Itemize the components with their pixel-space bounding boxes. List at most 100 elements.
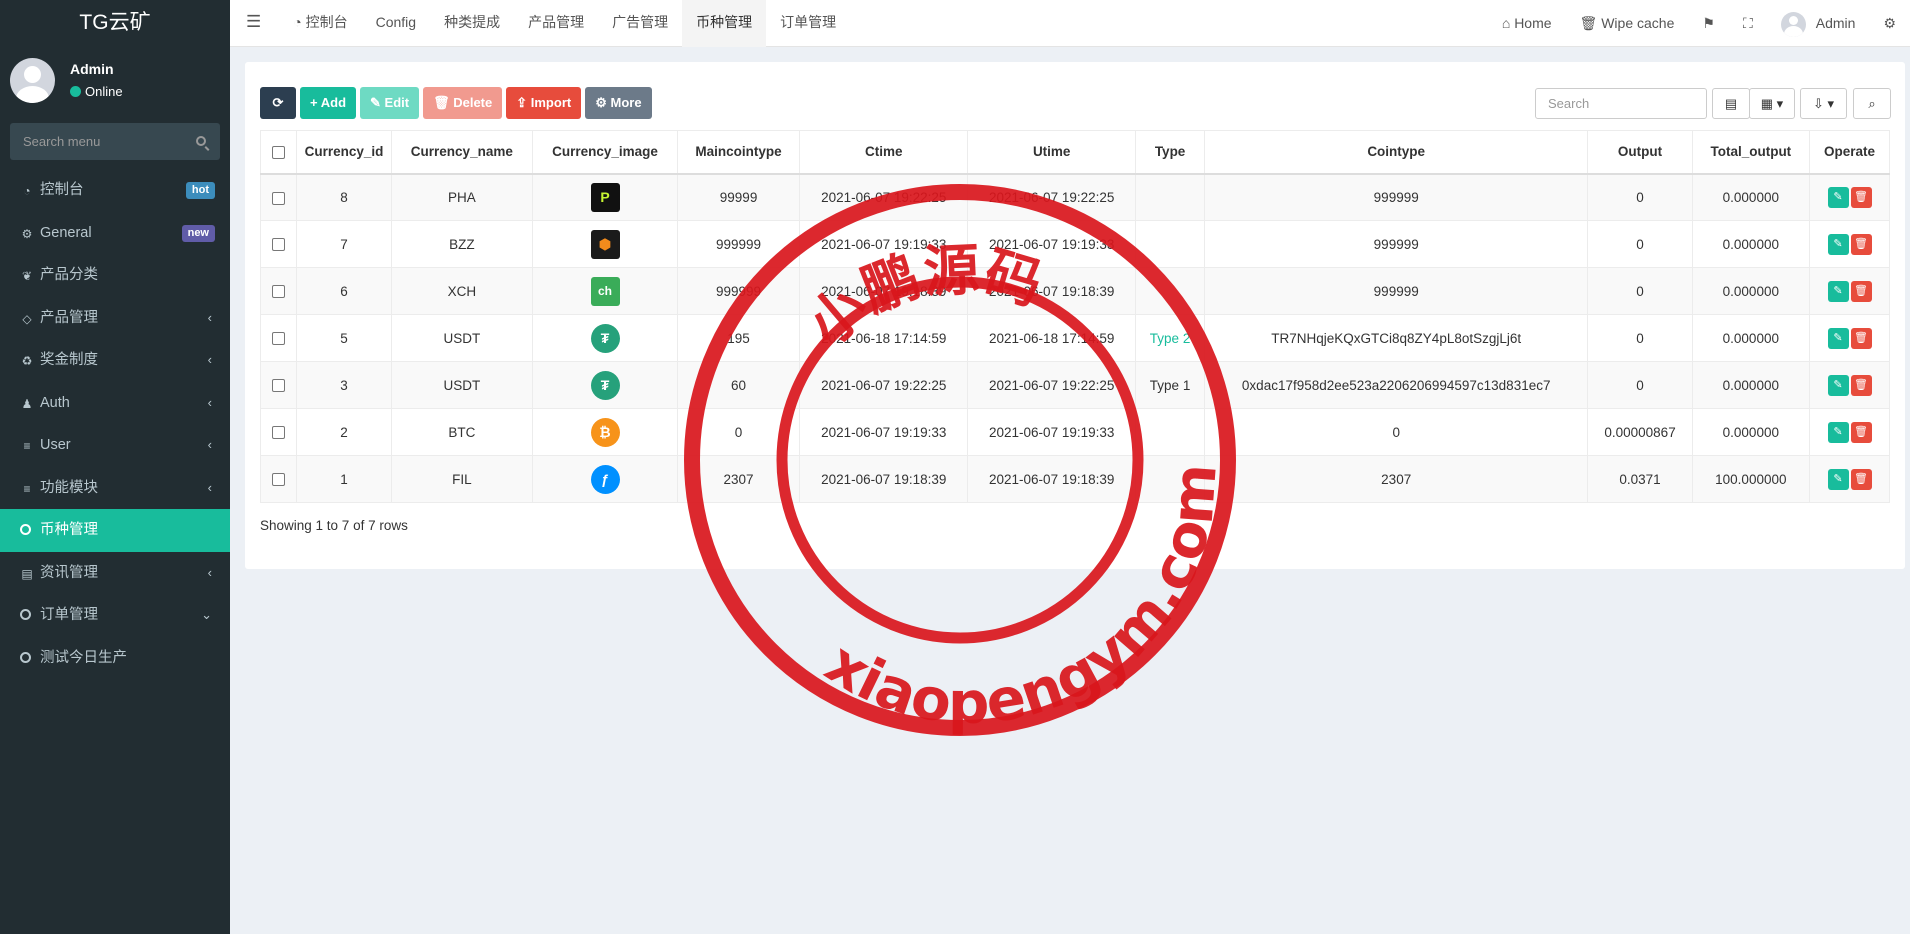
app-logo[interactable]: TG云矿 bbox=[0, 0, 230, 46]
row-edit-icon[interactable]: ✎ bbox=[1827, 374, 1849, 396]
table-row[interactable]: 8 PHA P 99999 2021-06-07 19:22:25 2021-06-07 … bbox=[259, 173, 1890, 221]
usdt-coin-icon: ₮ bbox=[590, 370, 620, 400]
row-checkbox[interactable] bbox=[272, 191, 286, 205]
column-header[interactable]: Ctime bbox=[799, 130, 969, 175]
cell-cointype: 0 bbox=[1203, 408, 1589, 456]
row-select-cell[interactable] bbox=[259, 314, 298, 362]
row-select-cell[interactable] bbox=[259, 408, 298, 456]
language-icon[interactable]: ⚑ bbox=[1688, 0, 1729, 47]
sidebar-item-label: Auth bbox=[40, 394, 70, 411]
more-button[interactable]: ⚙ More bbox=[585, 87, 652, 119]
add-button[interactable]: + Add bbox=[300, 87, 357, 119]
column-header[interactable]: Maincointype bbox=[676, 130, 801, 175]
row-edit-icon[interactable]: ✎ bbox=[1827, 280, 1849, 302]
row-delete-icon[interactable]: 🗑 bbox=[1850, 374, 1872, 396]
cell-utime: 2021-06-07 19:19:33 bbox=[967, 408, 1137, 456]
row-edit-icon[interactable]: ✎ bbox=[1827, 468, 1849, 490]
column-header[interactable]: Currency_name bbox=[390, 130, 534, 175]
table-row[interactable]: 2 BTC ₿ 0 2021-06-07 19:19:33 2021-06-07 19:1… bbox=[259, 408, 1890, 456]
row-edit-icon[interactable]: ✎ bbox=[1827, 186, 1849, 208]
row-delete-icon[interactable]: 🗑 bbox=[1850, 280, 1872, 302]
refresh-button[interactable]: ⟳ bbox=[260, 87, 296, 119]
advanced-search-icon[interactable]: ⌕ bbox=[1853, 88, 1891, 119]
sidebar-item-0[interactable]: ◔ 控制台 hot bbox=[0, 169, 230, 212]
cell-maincointype: 999999 bbox=[676, 220, 801, 268]
cell-name: PHA bbox=[390, 173, 534, 221]
cell-utime: 2021-06-07 19:22:25 bbox=[967, 361, 1137, 409]
column-header[interactable]: Operate bbox=[1809, 130, 1890, 175]
cell-cointype: 2307 bbox=[1203, 455, 1589, 503]
column-header[interactable]: Type bbox=[1135, 130, 1205, 175]
sidebar-item-9[interactable]: ▤ 资讯管理 ‹ bbox=[0, 552, 230, 595]
toggle-view-icon[interactable]: ▤ bbox=[1712, 88, 1750, 119]
admin-menu[interactable]: Admin bbox=[1767, 0, 1870, 47]
sidebar-item-10[interactable]: 订单管理 ⌄ bbox=[0, 594, 230, 637]
column-header[interactable]: Currency_image bbox=[532, 130, 678, 175]
column-header[interactable]: Output bbox=[1587, 130, 1693, 175]
row-delete-icon[interactable]: 🗑 bbox=[1850, 233, 1872, 255]
row-checkbox[interactable] bbox=[272, 473, 286, 487]
row-checkbox[interactable] bbox=[272, 285, 286, 299]
row-edit-icon[interactable]: ✎ bbox=[1827, 233, 1849, 255]
edit-button[interactable]: ✎ Edit bbox=[360, 87, 420, 119]
table-row[interactable]: 7 BZZ ⬢ 999999 2021-06-07 19:19:33 2021-06-07… bbox=[259, 220, 1890, 268]
table-row[interactable]: 6 XCH ch 999999 2021-06-07 19:18:39 2021-06-0… bbox=[259, 267, 1890, 315]
table-row[interactable]: 3 USDT ₮ 60 2021-06-07 19:22:25 2021-06-07 19… bbox=[259, 361, 1890, 409]
column-header[interactable]: Cointype bbox=[1203, 130, 1589, 175]
sidebar-item-1[interactable]: ⚙ General new bbox=[0, 212, 230, 255]
right-nav: ⌂ Home 🗑 Wipe cache ⚑ ⛶ Admin ⚙ bbox=[1488, 0, 1910, 47]
sidebar-search-input[interactable]: Search menu bbox=[10, 123, 220, 160]
cell-utime: 2021-06-07 19:18:39 bbox=[967, 455, 1137, 503]
sidebar-toggle-icon[interactable]: ☰ bbox=[230, 0, 279, 47]
select-all-header[interactable] bbox=[259, 130, 298, 175]
home-link[interactable]: ⌂ Home bbox=[1488, 0, 1566, 47]
tab-5[interactable]: 币种管理 bbox=[682, 0, 767, 47]
row-select-cell[interactable] bbox=[259, 361, 298, 409]
delete-button[interactable]: 🗑 Delete bbox=[423, 87, 503, 119]
tab-3[interactable]: 产品管理 bbox=[514, 0, 598, 47]
row-delete-icon[interactable]: 🗑 bbox=[1850, 327, 1872, 349]
row-checkbox[interactable] bbox=[272, 379, 286, 393]
settings-gear-icon[interactable]: ⚙ bbox=[1869, 0, 1910, 47]
tab-2[interactable]: 种类提成 bbox=[430, 0, 514, 47]
column-header[interactable]: Currency_id bbox=[296, 130, 392, 175]
export-icon[interactable]: ⇩ ▾ bbox=[1800, 88, 1847, 119]
row-edit-icon[interactable]: ✎ bbox=[1827, 327, 1849, 349]
row-select-cell[interactable] bbox=[259, 267, 298, 315]
columns-icon[interactable]: ▦ ▾ bbox=[1749, 88, 1795, 119]
sidebar-item-3[interactable]: ◇ 产品管理 ‹ bbox=[0, 297, 230, 340]
row-delete-icon[interactable]: 🗑 bbox=[1850, 468, 1872, 490]
tab-4[interactable]: 广告管理 bbox=[598, 0, 682, 47]
row-select-cell[interactable] bbox=[259, 220, 298, 268]
table-row[interactable]: 5 USDT ₮ 195 2021-06-18 17:14:59 2021-06-18 1… bbox=[259, 314, 1890, 362]
sidebar-item-label: General bbox=[40, 224, 92, 241]
tab-0[interactable]: ◔ 控制台 bbox=[279, 0, 361, 47]
sidebar-item-2[interactable]: ❦ 产品分类 bbox=[0, 254, 230, 297]
sidebar-item-11[interactable]: 测试今日生产 bbox=[0, 637, 230, 680]
column-header[interactable]: Total_output bbox=[1691, 130, 1811, 175]
menu-badge: new bbox=[181, 224, 215, 242]
row-checkbox[interactable] bbox=[272, 332, 286, 346]
sidebar-item-4[interactable]: ♻ 奖金制度 ‹ bbox=[0, 339, 230, 382]
select-all-checkbox[interactable] bbox=[272, 146, 286, 160]
sidebar-item-7[interactable]: ≡ 功能模块 ‹ bbox=[0, 467, 230, 510]
wipe-cache-button[interactable]: 🗑 Wipe cache bbox=[1566, 0, 1689, 47]
row-edit-icon[interactable]: ✎ bbox=[1827, 421, 1849, 443]
row-checkbox[interactable] bbox=[272, 426, 286, 440]
diamond-icon: ◇ bbox=[22, 311, 32, 326]
row-checkbox[interactable] bbox=[272, 238, 286, 252]
fullscreen-icon[interactable]: ⛶ bbox=[1729, 0, 1767, 47]
row-delete-icon[interactable]: 🗑 bbox=[1850, 186, 1872, 208]
sidebar-item-8[interactable]: 币种管理 bbox=[0, 509, 230, 552]
row-select-cell[interactable] bbox=[259, 173, 298, 221]
column-header[interactable]: Utime bbox=[967, 130, 1137, 175]
import-button[interactable]: ⇪ Import bbox=[506, 87, 582, 119]
tab-6[interactable]: 订单管理 bbox=[766, 0, 850, 47]
table-row[interactable]: 1 FIL ƒ 2307 2021-06-07 19:18:39 2021-06-07 1… bbox=[259, 455, 1890, 503]
sidebar-item-5[interactable]: ♟ Auth ‹ bbox=[0, 382, 230, 425]
table-search-input[interactable]: Search bbox=[1535, 88, 1707, 119]
row-select-cell[interactable] bbox=[259, 455, 298, 503]
tab-1[interactable]: Config bbox=[362, 0, 430, 47]
sidebar-item-6[interactable]: ≡ User ‹ bbox=[0, 424, 230, 467]
row-delete-icon[interactable]: 🗑 bbox=[1850, 421, 1872, 443]
